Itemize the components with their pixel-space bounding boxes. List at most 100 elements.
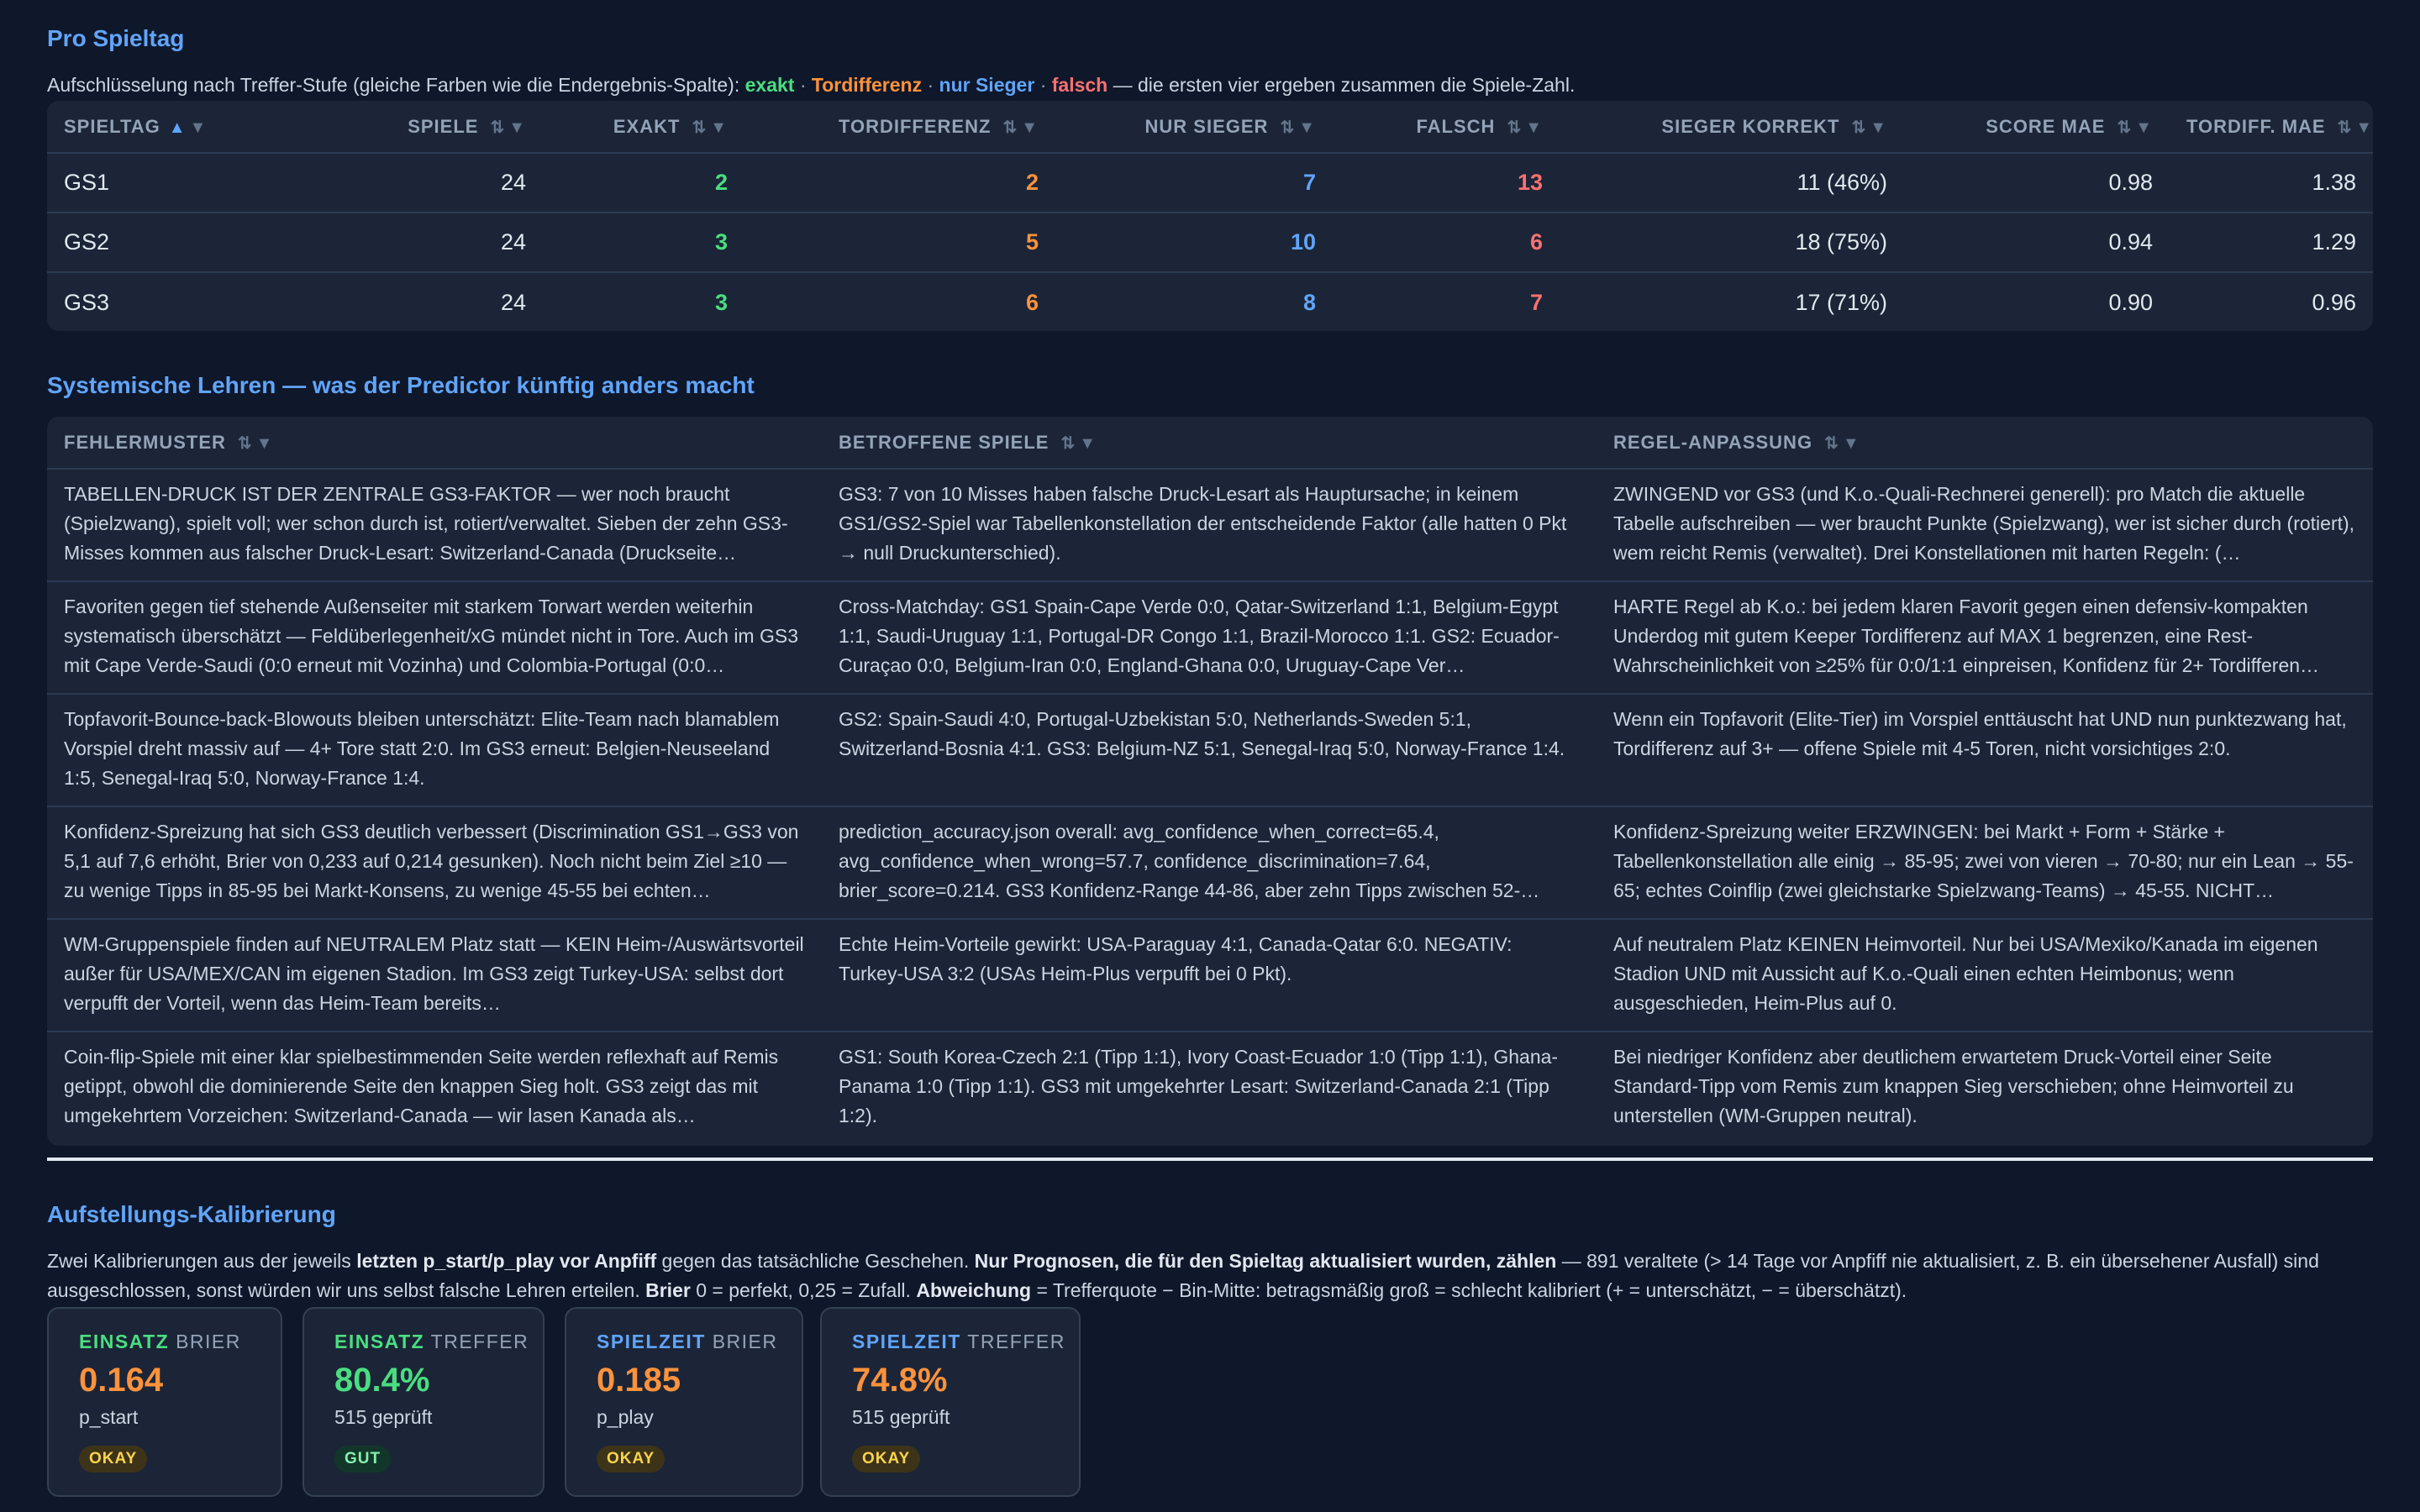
card-spielzeit-treffer: Spielzeit Treffer 74.8% 515 geprüft OKAY <box>820 1307 1081 1497</box>
card-value: 74.8% <box>852 1362 948 1399</box>
card-einsatz-brier: Einsatz Brier 0.164 p_start OKAY <box>47 1307 282 1497</box>
cell-text: ZWINGEND vor GS3 (und K.o.-Quali-Rechner… <box>1613 483 2355 564</box>
filter-icon[interactable]: ▼ <box>1525 118 1543 137</box>
col-header-exakt[interactable]: Exakt ⇅ ▼ <box>543 101 744 154</box>
col-header-betroffene-spiele[interactable]: Betroffene Spiele ⇅ ▼ <box>822 417 1597 470</box>
col-header-nur-sieger[interactable]: Nur Sieger ⇅ ▼ <box>1055 101 1333 154</box>
cell-exakt: 2 <box>543 153 744 213</box>
table-row: TABELLEN-DRUCK IST DER ZENTRALE GS3-FAKT… <box>47 469 2373 582</box>
cell-betroffene: prediction_accuracy.json overall: avg_co… <box>822 806 1597 920</box>
col-label: Fehlermuster <box>64 431 226 453</box>
cell-tordifferenz: 5 <box>744 213 1055 273</box>
sort-icon[interactable]: ⇅ <box>1851 118 1866 137</box>
filter-icon[interactable]: ▼ <box>1870 118 1887 137</box>
card-metric: Brier <box>712 1331 778 1352</box>
col-header-tordifferenz[interactable]: Tordifferenz ⇅ ▼ <box>744 101 1055 154</box>
filter-icon[interactable]: ▼ <box>2135 118 2153 137</box>
status-badge: GUT <box>334 1446 392 1473</box>
cell-exakt: 3 <box>714 289 728 315</box>
sort-icon[interactable]: ⇅ <box>1002 118 1018 137</box>
cell-spiele: 24 <box>500 289 526 315</box>
cell-text: Cross-Matchday: GS1 Spain-Cape Verde 0:0… <box>839 596 1560 676</box>
cell-text: GS2: Spain-Saudi 4:0, Portugal-Uzbekista… <box>839 708 1565 759</box>
cell-text: Echte Heim-Vorteile gewirkt: USA-Paragua… <box>839 933 1512 984</box>
legend-tordifferenz: Tordifferenz <box>811 74 923 96</box>
sort-asc-icon[interactable]: ▲ <box>169 118 187 137</box>
cell-regel: HARTE Regel ab K.o.: bei jedem klaren Fa… <box>1597 581 2373 695</box>
sort-icon[interactable]: ⇅ <box>1060 434 1076 453</box>
filter-icon[interactable]: ▼ <box>1079 434 1097 453</box>
card-einsatz-treffer: Einsatz Treffer 80.4% 515 geprüft GUT <box>302 1307 544 1497</box>
status-badge: OKAY <box>79 1446 148 1473</box>
cell-text: Auf neutralem Platz KEINEN Heimvorteil. … <box>1613 933 2318 1014</box>
filter-icon[interactable]: ▼ <box>1843 434 1860 453</box>
sort-icon[interactable]: ⇅ <box>1824 434 1839 453</box>
col-header-sieger-korrekt[interactable]: Sieger korrekt ⇅ ▼ <box>1560 101 1904 154</box>
col-header-fehlermuster[interactable]: Fehlermuster ⇅ ▼ <box>47 417 822 470</box>
card-value: 0.164 <box>79 1362 164 1399</box>
spieltag-table: Spieltag ▲ ▼ Spiele ⇅ ▼ Exakt ⇅ ▼ Tordifferenz… <box>47 101 2373 331</box>
cell-sieger-korrekt: 17 (71%) <box>1795 289 1887 315</box>
card-key: Einsatz <box>79 1331 170 1352</box>
card-metric: Brier <box>176 1331 241 1352</box>
cell-text: GS3: 7 von 10 Misses haben falsche Druck… <box>839 483 1567 564</box>
cell-fehlermuster: Favoriten gegen tief stehende Außenseite… <box>47 581 822 695</box>
card-key: Spielzeit <box>852 1331 961 1352</box>
table-row: GS2 24 3 5 10 6 18 (75%) 0.94 1.29 <box>47 213 2373 273</box>
col-header-regel-anpassung[interactable]: Regel-Anpassung ⇅ ▼ <box>1597 417 2373 470</box>
filter-icon[interactable]: ▼ <box>1021 118 1039 137</box>
cell-tordifferenz: 2 <box>744 153 1055 213</box>
section-title-aufstellung: Aufstellungs-Kalibrierung <box>47 1201 336 1227</box>
status-badge: OKAY <box>597 1446 666 1473</box>
col-label: Score MAE <box>1986 115 2106 137</box>
table-row: GS1 24 2 2 7 13 11 (46%) 0.98 1.38 <box>47 153 2373 213</box>
sort-icon[interactable]: ⇅ <box>1280 118 1295 137</box>
cell-regel: Konfidenz-Spreizung weiter ERZWINGEN: be… <box>1597 806 2373 920</box>
text-part: gegen das tatsächliche Geschehen. <box>656 1250 975 1272</box>
cell-tordiff-mae: 0.96 <box>2312 289 2356 315</box>
card-value: 0.185 <box>597 1362 681 1399</box>
sort-icon[interactable]: ⇅ <box>692 118 707 137</box>
filter-icon[interactable]: ▼ <box>1298 118 1316 137</box>
filter-icon[interactable]: ▼ <box>508 118 526 137</box>
cell-text: HARTE Regel ab K.o.: bei jedem klaren Fa… <box>1613 596 2320 676</box>
cell-sieger-korrekt: 18 (75%) <box>1560 213 1904 273</box>
cell-text: TABELLEN-DRUCK IST DER ZENTRALE GS3-FAKT… <box>64 483 788 564</box>
spieltag-table-panel: Spieltag ▲ ▼ Spiele ⇅ ▼ Exakt ⇅ ▼ Tordifferenz… <box>47 101 2373 331</box>
filter-icon[interactable]: ▼ <box>190 118 208 137</box>
cell-text: WM-Gruppenspiele finden auf NEUTRALEM Pl… <box>64 933 804 1014</box>
cell-tordifferenz: 6 <box>1025 289 1039 315</box>
cell-exakt: 3 <box>543 213 744 273</box>
cell-spiele: 24 <box>324 213 543 273</box>
cell-tordiff-mae: 1.29 <box>2170 213 2373 273</box>
cell-spieltag: GS3 <box>64 289 110 315</box>
sort-icon[interactable]: ⇅ <box>1507 118 1522 137</box>
col-header-tordiff-mae[interactable]: Tordiff. MAE ⇅ ▼ <box>2170 101 2373 154</box>
col-header-falsch[interactable]: Falsch ⇅ ▼ <box>1333 101 1560 154</box>
lehren-table: Fehlermuster ⇅ ▼ Betroffene Spiele ⇅ ▼ Regel… <box>47 417 2373 1144</box>
cell-betroffene: Echte Heim-Vorteile gewirkt: USA-Paragua… <box>822 919 1597 1032</box>
col-label: Tordifferenz <box>838 115 992 137</box>
cell-spiele: 24 <box>324 153 543 213</box>
col-header-spieltag[interactable]: Spieltag ▲ ▼ <box>47 101 324 154</box>
col-header-score-mae[interactable]: Score MAE ⇅ ▼ <box>1904 101 2170 154</box>
col-header-spiele[interactable]: Spiele ⇅ ▼ <box>324 101 543 154</box>
cell-betroffene: GS2: Spain-Saudi 4:0, Portugal-Uzbekista… <box>822 694 1597 807</box>
cell-regel: Wenn ein Topfavorit (Elite-Tier) im Vors… <box>1597 694 2373 807</box>
filter-icon[interactable]: ▼ <box>256 434 274 453</box>
table-header-row: Spieltag ▲ ▼ Spiele ⇅ ▼ Exakt ⇅ ▼ Tordifferenz… <box>47 101 2373 154</box>
sort-icon[interactable]: ⇅ <box>490 118 505 137</box>
card-label: Einsatz Treffer <box>334 1331 543 1353</box>
card-sub: 515 geprüft <box>852 1406 950 1428</box>
col-label: Betroffene Spiele <box>839 431 1050 453</box>
sort-icon[interactable]: ⇅ <box>2338 118 2353 137</box>
cell-sieger-korrekt: 11 (46%) <box>1560 153 1904 213</box>
filter-icon[interactable]: ▼ <box>2355 118 2373 137</box>
sort-icon[interactable]: ⇅ <box>238 434 253 453</box>
card-value: 80.4% <box>334 1362 430 1399</box>
sort-icon[interactable]: ⇅ <box>2117 118 2132 137</box>
card-metric: Treffer <box>430 1331 529 1352</box>
card-key: Spielzeit <box>597 1331 706 1352</box>
col-label: Exakt <box>613 115 681 137</box>
filter-icon[interactable]: ▼ <box>710 118 728 137</box>
